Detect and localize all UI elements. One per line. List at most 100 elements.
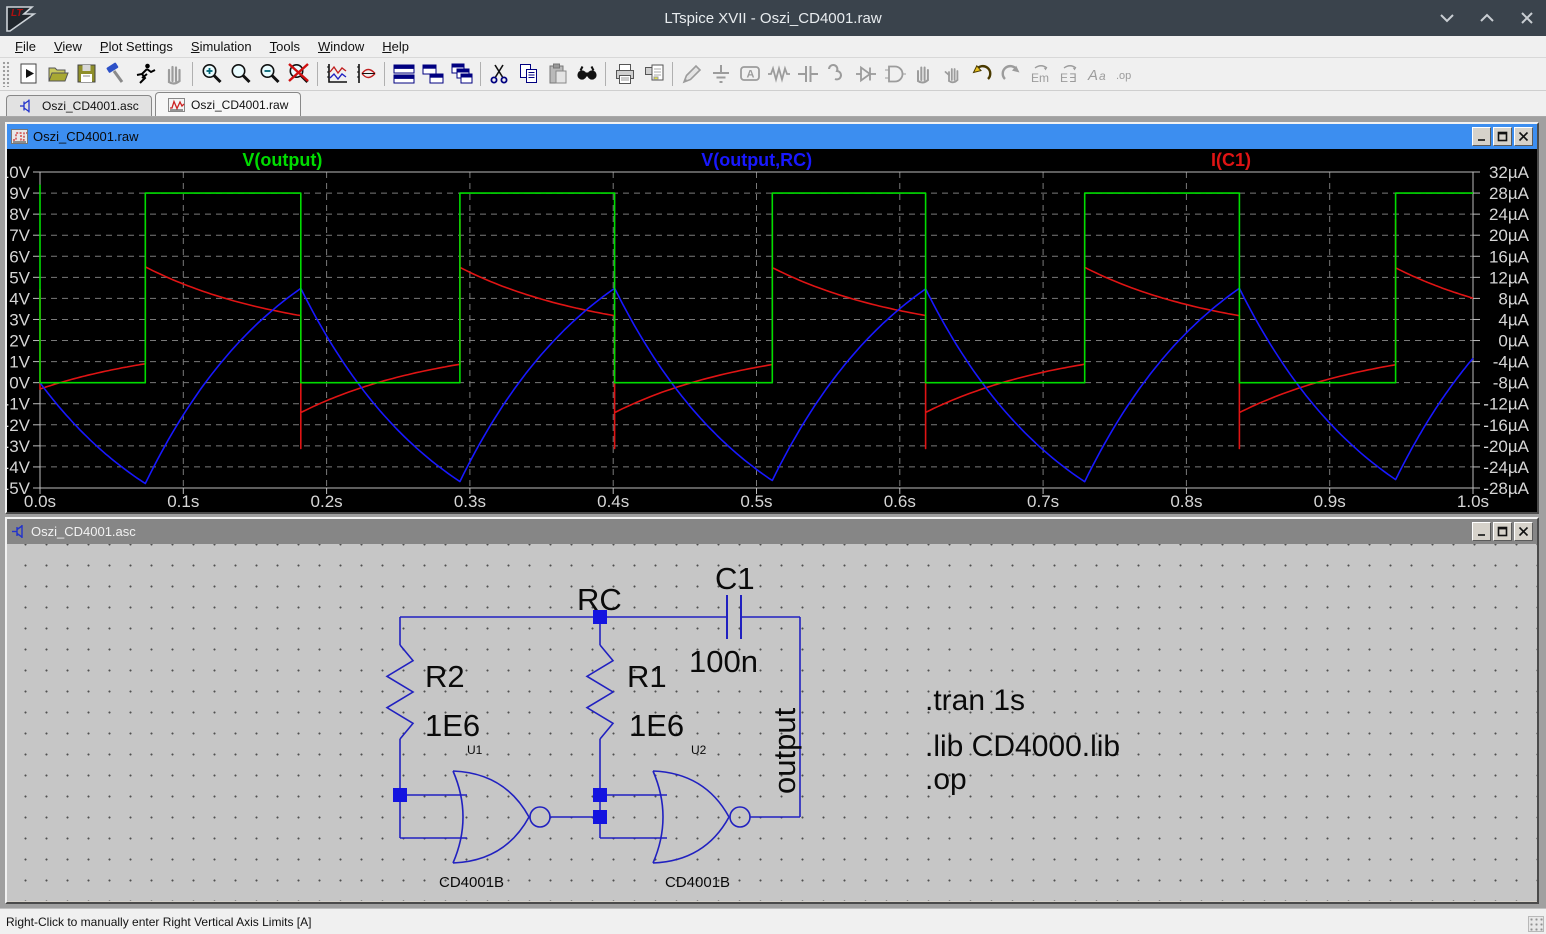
- tile-vertical-icon[interactable]: [418, 60, 447, 88]
- cut-icon[interactable]: [485, 60, 514, 88]
- copy-icon[interactable]: [514, 60, 543, 88]
- toolbar: AEmE∃Aa.op: [0, 58, 1546, 91]
- net-label-icon: A: [735, 60, 764, 88]
- minimize-chevron-icon[interactable]: [1438, 9, 1456, 27]
- status-message: Right-Click to manually enter Right Vert…: [0, 915, 311, 929]
- schematic-window-titlebar[interactable]: Oszi_CD4001.asc: [7, 519, 1537, 544]
- toolbar-separator: [480, 62, 481, 86]
- y-left-tick-label: 3V: [9, 310, 30, 329]
- menu-item-file[interactable]: File: [6, 37, 45, 56]
- zoom-out-icon[interactable]: [255, 60, 284, 88]
- autorange-plot-icon[interactable]: [322, 60, 351, 88]
- y-left-tick-label: 2V: [9, 332, 30, 351]
- y-right-tick-label: 16µA: [1489, 247, 1530, 266]
- y-left-tick-label: -3V: [7, 437, 31, 456]
- maximize-chevron-icon[interactable]: [1478, 9, 1496, 27]
- component-part-u1: CD4001B: [439, 874, 504, 891]
- menu-item-plot-settings[interactable]: Plot Settings: [91, 37, 182, 56]
- y-right-tick-label: 0µA: [1498, 332, 1529, 351]
- svg-text:.op: .op: [1116, 70, 1131, 82]
- zoom-in-icon[interactable]: [197, 60, 226, 88]
- zoom-full-extents-icon[interactable]: [284, 60, 313, 88]
- print-icon[interactable]: [610, 60, 639, 88]
- window-title: LTspice XVII - Oszi_CD4001.raw: [0, 10, 1546, 27]
- waveform-plot-canvas[interactable]: 10V9V8V7V6V5V4V3V2V1V0V-1V-2V-3V-4V-5V32…: [7, 149, 1537, 512]
- x-tick-label: 0.5s: [740, 492, 772, 511]
- y-left-tick-label: -4V: [7, 458, 31, 477]
- x-tick-label: 1.0s: [1457, 492, 1489, 511]
- schematic-canvas[interactable]: RCC1100nR21E6R11E6U1U2CD4001BCD4001Boutp…: [7, 544, 1537, 901]
- y-left-tick-label: 4V: [9, 289, 30, 308]
- y-right-tick-label: 8µA: [1498, 289, 1529, 308]
- y-right-tick-label: 20µA: [1489, 226, 1530, 245]
- schematic-drawing: RCC1100nR21E6R11E6U1U2CD4001BCD4001Boutp…: [7, 544, 1537, 901]
- close-icon[interactable]: [1514, 522, 1533, 541]
- status-bar: Right-Click to manually enter Right Vert…: [0, 908, 1546, 934]
- waveform-window-controls: [1472, 127, 1533, 146]
- menu-item-simulation[interactable]: Simulation: [182, 37, 261, 56]
- minimize-icon[interactable]: [1472, 522, 1491, 541]
- new-schematic-icon[interactable]: [14, 60, 43, 88]
- run-simulation-icon[interactable]: [130, 60, 159, 88]
- find-icon[interactable]: [572, 60, 601, 88]
- menu-item-window[interactable]: Window: [309, 37, 373, 56]
- net-label-output: output: [767, 707, 802, 794]
- tile-horizontal-icon[interactable]: [389, 60, 418, 88]
- menu-item-view[interactable]: View: [45, 37, 91, 56]
- y-right-tick-label: -28µA: [1483, 479, 1529, 498]
- y-left-tick-label: 6V: [9, 247, 30, 266]
- svg-text:E: E: [1031, 71, 1039, 85]
- y-right-tick-label: -8µA: [1493, 374, 1530, 393]
- cascade-windows-icon[interactable]: [447, 60, 476, 88]
- tab-label: Oszi_CD4001.raw: [191, 98, 288, 112]
- close-icon[interactable]: [1514, 127, 1533, 146]
- tab-oszi_cd4001.asc[interactable]: Oszi_CD4001.asc: [6, 95, 152, 116]
- toolbar-separator: [672, 62, 673, 86]
- tab-oszi_cd4001.raw[interactable]: Oszi_CD4001.raw: [155, 92, 301, 116]
- mirror-icon: Em: [1025, 60, 1054, 88]
- x-tick-label: 0.2s: [311, 492, 343, 511]
- drag-icon: [938, 60, 967, 88]
- component-icon: [880, 60, 909, 88]
- y-left-tick-label: 8V: [9, 205, 30, 224]
- maximize-icon[interactable]: [1493, 127, 1512, 146]
- x-tick-label: 0.1s: [167, 492, 199, 511]
- waveform-window: Oszi_CD4001.raw 10V9V8V7V6V5V4V3V2V1V0V-…: [5, 122, 1539, 514]
- text-tool-icon: Aa: [1083, 60, 1112, 88]
- y-right-tick-label: -4µA: [1493, 353, 1530, 372]
- toolbar-grip[interactable]: [2, 61, 10, 87]
- y-right-tick-label: 32µA: [1489, 163, 1530, 182]
- undo-icon[interactable]: [967, 60, 996, 88]
- document-tab-bar: Oszi_CD4001.asc Oszi_CD4001.raw: [0, 91, 1546, 117]
- schematic-window-controls: [1472, 522, 1533, 541]
- menu-item-tools[interactable]: Tools: [261, 37, 309, 56]
- capacitor-icon: [793, 60, 822, 88]
- y-right-tick-label: 4µA: [1498, 310, 1529, 329]
- menu-item-help[interactable]: Help: [373, 37, 418, 56]
- plot-cursor-icon[interactable]: [351, 60, 380, 88]
- x-tick-label: 0.4s: [597, 492, 629, 511]
- y-left-tick-label: 9V: [9, 184, 30, 203]
- resize-grip[interactable]: [1528, 916, 1544, 932]
- close-x-icon[interactable]: [1518, 9, 1536, 27]
- waveform-plot[interactable]: 10V9V8V7V6V5V4V3V2V1V0V-1V-2V-3V-4V-5V32…: [7, 149, 1537, 512]
- waveform-window-titlebar[interactable]: Oszi_CD4001.raw: [7, 124, 1537, 149]
- control-panel-icon[interactable]: [101, 60, 130, 88]
- save-icon[interactable]: [72, 60, 101, 88]
- legend-i-c1-: I(C1): [1211, 150, 1251, 170]
- maximize-icon[interactable]: [1493, 522, 1512, 541]
- toolbar-separator: [384, 62, 385, 86]
- open-icon[interactable]: [43, 60, 72, 88]
- component-value-r2: 1E6: [425, 708, 480, 743]
- minimize-icon[interactable]: [1472, 127, 1491, 146]
- ltspice-logo-icon: LT: [4, 3, 38, 33]
- resistor-icon: [764, 60, 793, 88]
- print-preview-icon[interactable]: [639, 60, 668, 88]
- x-tick-label: 0.3s: [454, 492, 486, 511]
- schematic-window-icon: [11, 524, 26, 539]
- os-title-bar[interactable]: LT LTspice XVII - Oszi_CD4001.raw: [0, 0, 1546, 36]
- x-tick-label: 0.8s: [1170, 492, 1202, 511]
- ground-icon: [706, 60, 735, 88]
- y-left-tick-label: 10V: [7, 163, 31, 182]
- zoom-area-icon[interactable]: [226, 60, 255, 88]
